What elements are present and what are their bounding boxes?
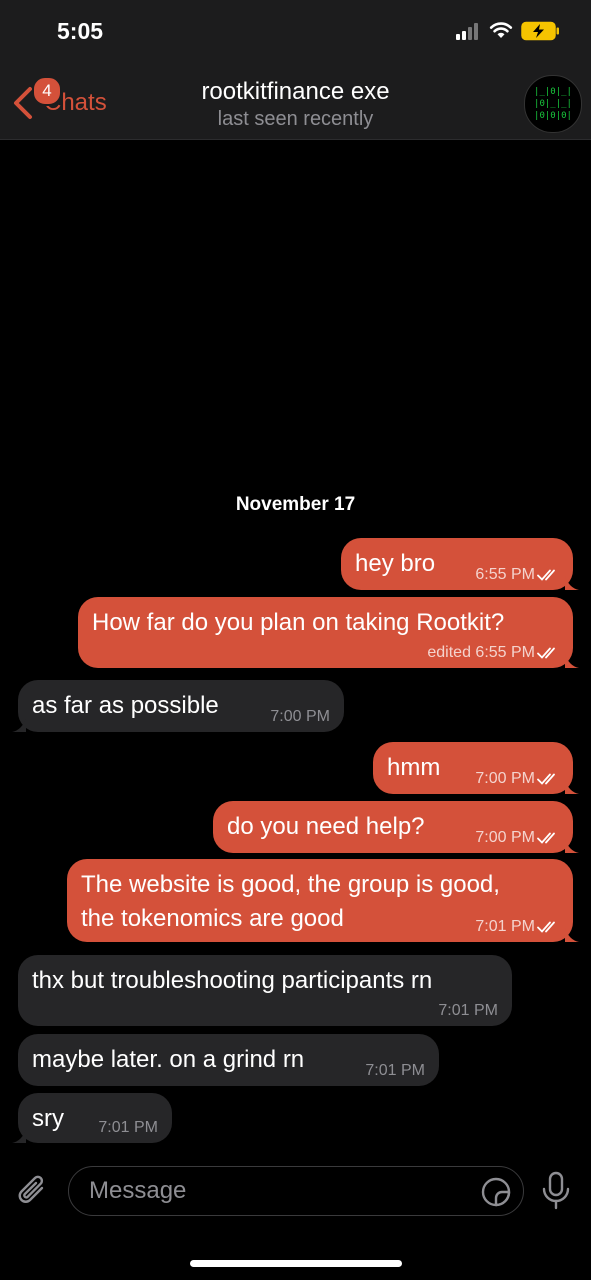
wifi-icon <box>489 22 513 38</box>
message-time: 7:00 PM <box>475 829 559 847</box>
message-input[interactable] <box>68 1166 524 1216</box>
message-time: edited 6:55 PM <box>427 644 559 662</box>
message-time: 7:01 PM <box>475 918 559 936</box>
message-bubble[interactable]: sry 7:01 PM <box>12 1093 172 1143</box>
microphone-icon[interactable] <box>540 1171 572 1211</box>
signal-icon <box>456 23 478 40</box>
message-time: 7:01 PM <box>98 1119 158 1136</box>
message-bubble[interactable]: How far do you plan on taking Rootkit? e… <box>78 597 579 668</box>
avatar[interactable]: |_|0|_| |0|_|_| |0|0|0| <box>524 75 582 133</box>
message-bubble[interactable]: hey bro 6:55 PM <box>341 538 579 590</box>
status-time: 5:05 <box>57 18 104 44</box>
read-checks-icon <box>537 647 555 659</box>
message-text-line: The website is good, the group is good, <box>81 871 500 898</box>
read-checks-icon <box>537 921 555 933</box>
message-bubble[interactable]: maybe later. on a grind rn 7:01 PM <box>18 1034 439 1086</box>
date-header: November 17 <box>235 494 356 515</box>
status-bar: 5:05 <box>0 0 591 62</box>
message-time: 6:55 PM <box>475 566 559 584</box>
home-indicator[interactable] <box>190 1260 402 1267</box>
bubble-tail <box>12 718 26 732</box>
bubble-tail <box>12 1129 26 1143</box>
chat-title[interactable]: rootkitfinance exe <box>0 78 591 106</box>
message-time: 7:01 PM <box>438 1002 498 1019</box>
message-bubble[interactable]: The website is good, the group is good, … <box>67 859 579 942</box>
bubble-tail <box>565 576 579 590</box>
chat-header: Chats 4 rootkitfinance exe last seen rec… <box>0 62 591 140</box>
chat-status: last seen recently <box>217 108 374 130</box>
bubble-tail <box>565 928 579 942</box>
message-bubble[interactable]: do you need help? 7:00 PM <box>213 801 579 853</box>
paperclip-icon[interactable] <box>16 1174 52 1210</box>
message-bubble[interactable]: hmm 7:00 PM <box>373 742 579 794</box>
message-time: 7:00 PM <box>270 708 330 725</box>
read-checks-icon <box>537 832 555 844</box>
avatar-logo: |_|0|_| |0|_|_| |0|0|0| <box>534 87 572 121</box>
message-time: 7:01 PM <box>365 1062 425 1079</box>
bubble-tail <box>565 780 579 794</box>
read-checks-icon <box>537 569 555 581</box>
battery-charging-icon <box>521 21 559 41</box>
message-time: 7:00 PM <box>475 770 559 788</box>
message-bubble[interactable]: thx but troubleshooting participants rn … <box>18 955 512 1026</box>
message-text: thx but troubleshooting participants rn <box>32 967 433 994</box>
message-text: How far do you plan on taking Rootkit? <box>92 609 505 636</box>
read-checks-icon <box>537 773 555 785</box>
bubble-tail <box>565 654 579 668</box>
bubble-tail <box>565 839 579 853</box>
message-bubble[interactable]: as far as possible 7:00 PM <box>12 680 344 732</box>
sticker-icon[interactable] <box>480 1176 512 1208</box>
